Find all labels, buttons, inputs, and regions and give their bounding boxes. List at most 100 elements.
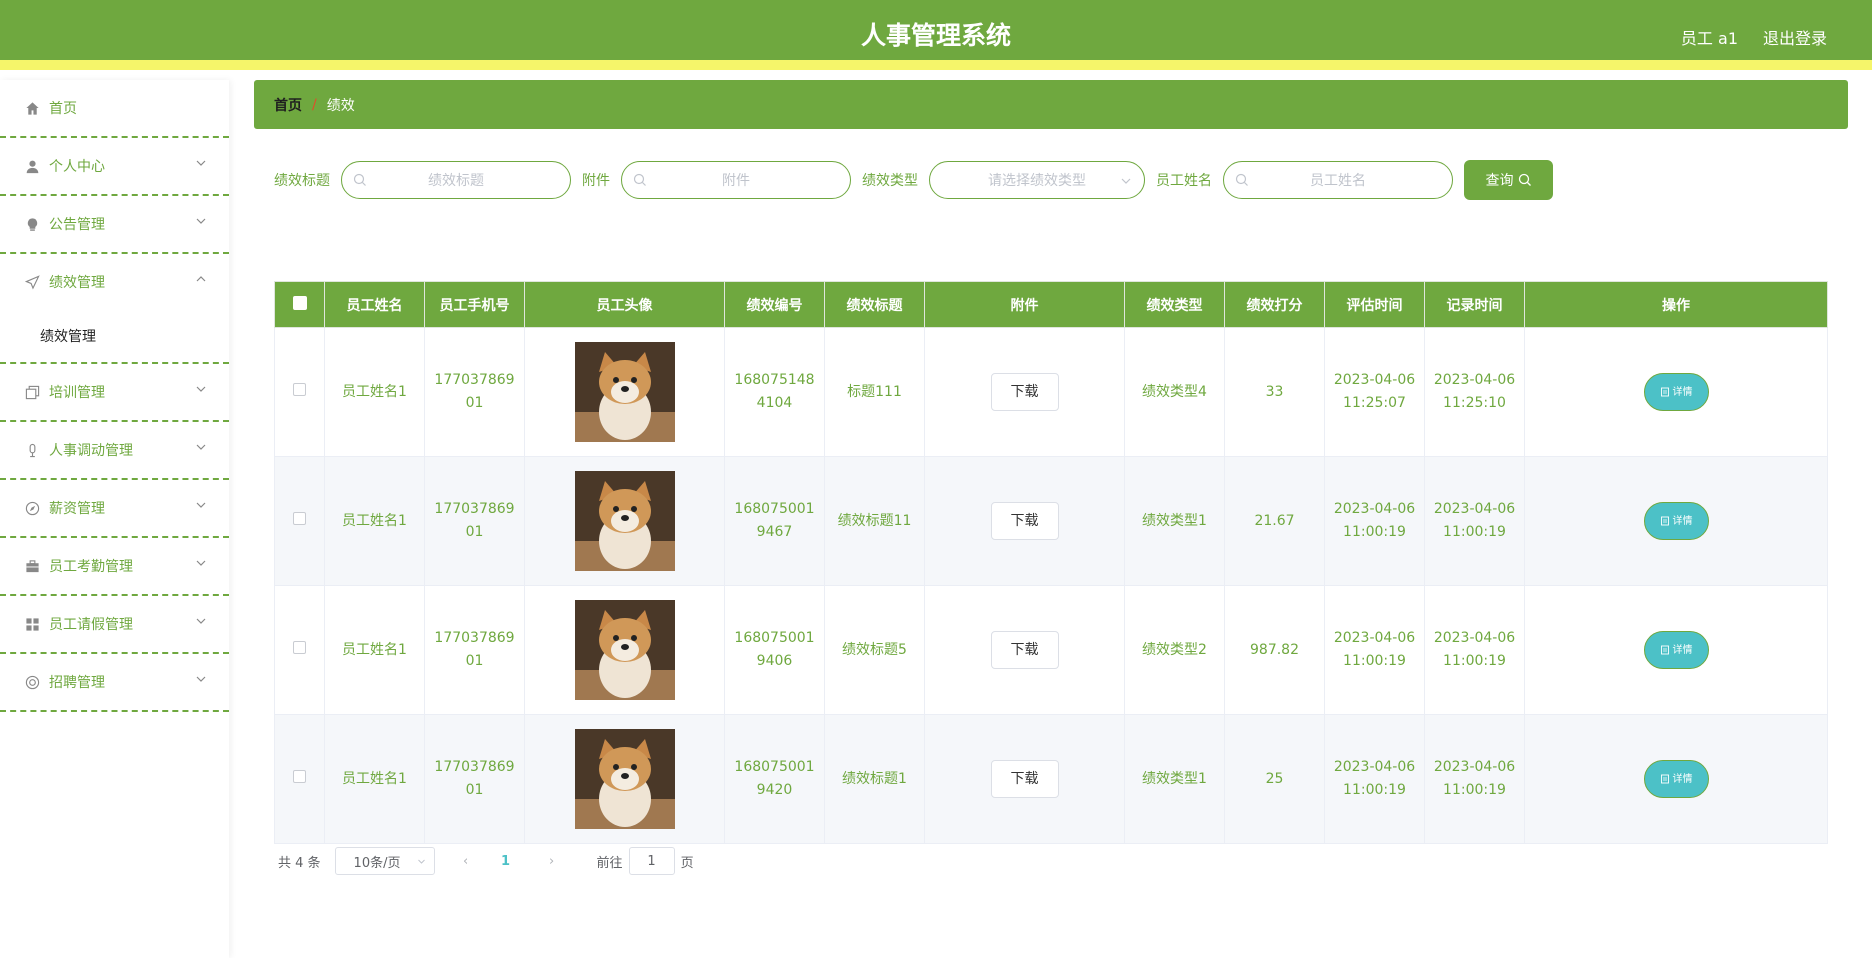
sidebar-item-salary[interactable]: 薪资管理 [0,480,229,538]
performance-title-cell: 绩效标题1 [824,714,925,844]
performance-type-cell: 绩效类型2 [1124,585,1225,715]
employee-phone-cell: 177037869 01 [424,714,525,844]
sidebar-item-label: 个人中心 [49,159,105,175]
breadcrumb: 首页 / 绩效 [254,80,1848,129]
avatar-cell [524,714,725,844]
avatar-cell [524,327,725,457]
select-all-checkbox[interactable] [292,295,307,310]
detail-button[interactable]: 详情 [1643,373,1709,411]
score-cell: 25 [1224,714,1325,844]
goto-page-input[interactable] [628,847,675,875]
page-size-select[interactable]: 10条/页 [334,847,435,875]
performance-title-cell: 绩效标题5 [824,585,925,715]
table-row: 员工姓名1 177037869 01 168075001 9406 绩效标题5 下载… [274,585,1828,715]
chevron-down-icon [1121,178,1131,184]
chevron-down-icon [195,615,207,627]
performance-type-cell: 绩效类型1 [1124,714,1225,844]
sidebar-item-performance[interactable]: 绩效管理 [0,254,229,310]
sidebar-item-home[interactable]: 首页 [0,80,229,138]
sidebar-item-transfer[interactable]: 人事调动管理 [0,422,229,480]
page-suffix: 页 [680,855,694,871]
attach-filter-label: 附件 [582,173,610,189]
help-icon [24,674,40,690]
column-header: 绩效打分 [1224,281,1325,328]
column-header: 员工手机号 [424,281,525,328]
performance-title-cell: 绩效标题11 [824,456,925,586]
record-date: 2023-04-06 [1433,501,1516,517]
sidebar-item-label: 公告管理 [49,217,105,233]
sidebar-item-attendance[interactable]: 员工考勤管理 [0,538,229,596]
performance-title-cell: 标题111 [824,327,925,457]
search-icon [353,173,366,186]
download-button[interactable]: 下载 [990,373,1059,411]
bulb-icon [24,216,40,232]
chevron-down-icon [195,673,207,685]
send-icon [24,274,40,290]
download-button[interactable]: 下载 [990,502,1059,540]
sidebar-group-performance: 绩效管理 绩效管理 [0,254,229,364]
select-all-cell[interactable] [274,281,325,328]
pagination: 共 4 条 10条/页 ‹ 1 › 前往 页 [278,846,694,876]
document-icon [1660,645,1669,655]
query-button[interactable]: 查询 [1464,160,1553,200]
sidebar-item-leave[interactable]: 员工请假管理 [0,596,229,654]
score-cell: 987.82 [1224,585,1325,715]
record-time: 11:25:10 [1443,395,1506,411]
record-time-cell: 2023-04-06 11:00:19 [1424,456,1525,586]
chevron-down-icon [195,557,207,569]
attachment-cell: 下载 [924,456,1125,586]
top-bar: 人事管理系统 员工 a1 退出登录 [0,0,1872,70]
performance-no-cell: 168075001 9467 [724,456,825,586]
detail-button-label: 详情 [1672,515,1693,527]
row-checkbox[interactable] [293,511,306,525]
chevron-down-icon [195,499,207,511]
next-page-button[interactable]: › [537,854,567,869]
logout-link[interactable]: 退出登录 [1763,25,1827,49]
eval-time-cell: 2023-04-06 11:25:07 [1324,327,1425,457]
column-header: 绩效类型 [1124,281,1225,328]
table-header-row: 员工姓名 员工手机号 员工头像 绩效编号 绩效标题 附件 绩效类型 绩效打分 评… [274,281,1828,328]
row-checkbox[interactable] [293,769,306,783]
employee-phone-cell: 177037869 01 [424,456,525,586]
sidebar-item-training[interactable]: 培训管理 [0,364,229,422]
name-filter-input[interactable]: 员工姓名 [1223,161,1453,199]
page-number[interactable]: 1 [491,854,521,869]
actions-cell: 详情 [1524,456,1828,586]
attach-filter-input[interactable]: 附件 [621,161,851,199]
phone-line: 01 [465,395,484,411]
column-header: 员工姓名 [324,281,425,328]
sidebar-item-notice[interactable]: 公告管理 [0,196,229,254]
title-filter-input[interactable]: 绩效标题 [341,161,571,199]
no-line: 168075001 [734,501,815,517]
attachment-cell: 下载 [924,714,1125,844]
detail-button[interactable]: 详情 [1643,502,1709,540]
prev-page-button[interactable]: ‹ [451,854,481,869]
sidebar-subitem-performance[interactable]: 绩效管理 [0,310,229,362]
breadcrumb-separator: / [312,96,317,113]
goto-page: 前往 页 [597,847,694,875]
type-filter-select[interactable]: 请选择绩效类型 [929,161,1145,199]
download-button[interactable]: 下载 [990,760,1059,798]
search-icon [1235,173,1248,186]
sidebar-item-label: 首页 [49,101,77,117]
phone-line: 177037869 [434,630,515,646]
employee-name-cell: 员工姓名1 [324,714,425,844]
compass-icon [24,500,40,516]
detail-button[interactable]: 详情 [1643,760,1709,798]
row-checkbox[interactable] [293,382,306,396]
detail-button[interactable]: 详情 [1643,631,1709,669]
sidebar-item-label: 员工考勤管理 [49,559,133,575]
eval-time: 11:00:19 [1343,653,1406,669]
avatar-image [574,729,675,829]
sidebar-item-label: 薪资管理 [49,501,105,517]
breadcrumb-home[interactable]: 首页 [274,95,302,115]
sidebar-item-label: 人事调动管理 [49,443,133,459]
type-filter-label: 绩效类型 [862,173,918,189]
title-filter-placeholder: 绩效标题 [428,173,484,189]
download-button[interactable]: 下载 [990,631,1059,669]
no-line: 168075001 [734,759,815,775]
sidebar-item-recruit[interactable]: 招聘管理 [0,654,229,712]
performance-no-cell: 168075148 4104 [724,327,825,457]
sidebar-item-personal[interactable]: 个人中心 [0,138,229,196]
row-checkbox[interactable] [293,640,306,654]
